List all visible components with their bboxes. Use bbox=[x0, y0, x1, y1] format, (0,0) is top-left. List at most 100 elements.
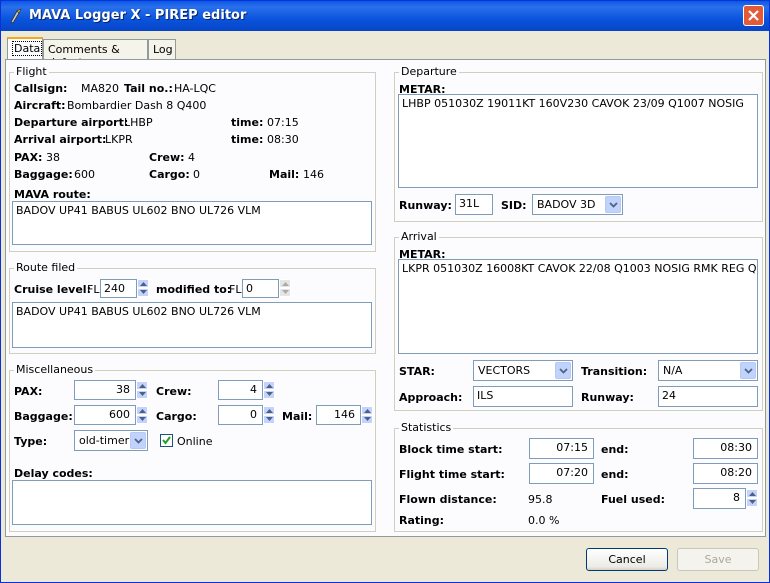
misc-pax-input[interactable]: 38 bbox=[74, 380, 136, 400]
transition-dropdown[interactable]: N/A bbox=[658, 360, 758, 381]
cruise-fl-prefix: FL bbox=[87, 283, 100, 296]
aircraft-label: Aircraft: bbox=[14, 99, 66, 112]
rating-value: 0.0 % bbox=[528, 514, 560, 527]
star-label: STAR: bbox=[399, 365, 435, 378]
title-bar[interactable]: MAVA Logger X - PIREP editor bbox=[1, 1, 769, 31]
transition-label: Transition: bbox=[581, 365, 648, 378]
flight-mail-value: 146 bbox=[303, 168, 324, 181]
departure-group-label: Departure bbox=[399, 65, 459, 78]
modified-to-label: modified to: bbox=[156, 283, 232, 296]
star-dropdown[interactable]: VECTORS bbox=[473, 360, 573, 381]
departure-airport-label: Departure airport: bbox=[14, 116, 129, 129]
tab-log[interactable]: Log bbox=[148, 39, 176, 59]
statistics-group-label: Statistics bbox=[399, 421, 454, 434]
aircraft-value: Bombardier Dash 8 Q400 bbox=[67, 99, 207, 112]
online-label: Online bbox=[177, 435, 213, 448]
block-end-input[interactable]: 08:30 bbox=[693, 438, 758, 459]
spin-up-icon[interactable] bbox=[361, 406, 373, 415]
spin-up-icon[interactable] bbox=[136, 406, 148, 415]
flight-end-input[interactable]: 08:20 bbox=[693, 463, 758, 484]
arrival-airport-value: LKPR bbox=[105, 133, 133, 146]
tab-comments-defects[interactable]: Comments & defects bbox=[43, 39, 148, 69]
delay-codes-label: Delay codes: bbox=[14, 467, 93, 480]
block-start-label: Block time start: bbox=[399, 443, 503, 456]
spin-up-icon[interactable] bbox=[263, 406, 275, 415]
cruise-level-input[interactable]: 240 bbox=[100, 279, 137, 298]
flown-distance-value: 95.8 bbox=[528, 493, 553, 506]
filed-route-field[interactable]: BADOV UP41 BABUS UL602 BNO UL726 VLM bbox=[12, 302, 372, 348]
departure-runway-input[interactable]: 31L bbox=[455, 194, 493, 215]
arrival-time-label: time: bbox=[231, 133, 264, 146]
spin-down-icon[interactable] bbox=[361, 415, 373, 424]
misc-pax-label: PAX: bbox=[14, 385, 43, 398]
misc-baggage-input[interactable]: 600 bbox=[74, 405, 136, 425]
arrival-time-value: 08:30 bbox=[267, 133, 299, 146]
misc-mail-spinner[interactable] bbox=[361, 406, 373, 424]
sid-dropdown[interactable]: BADOV 3D bbox=[532, 194, 623, 215]
flight-pax-value: 38 bbox=[46, 151, 60, 164]
misc-mail-input[interactable]: 146 bbox=[316, 405, 361, 425]
misc-baggage-label: Baggage: bbox=[14, 410, 73, 423]
spin-down-icon[interactable] bbox=[263, 390, 275, 399]
misc-cargo-input[interactable]: 0 bbox=[218, 405, 263, 425]
approach-label: Approach: bbox=[399, 391, 463, 404]
type-dropdown[interactable]: old-timer bbox=[74, 430, 148, 451]
flight-group-label: Flight bbox=[14, 65, 49, 78]
misc-crew-spinner[interactable] bbox=[263, 381, 275, 399]
spin-down-icon[interactable] bbox=[137, 288, 149, 297]
tab-data[interactable]: Data bbox=[7, 37, 43, 60]
callsign-label: Callsign: bbox=[14, 82, 68, 95]
block-start-input[interactable]: 07:15 bbox=[529, 438, 594, 459]
fuel-used-input[interactable]: 8 bbox=[693, 488, 746, 509]
fuel-used-spinner[interactable] bbox=[746, 489, 758, 507]
tail-value: HA-LQC bbox=[174, 82, 216, 95]
window-title: MAVA Logger X - PIREP editor bbox=[29, 8, 247, 23]
mava-route-field[interactable]: BADOV UP41 BABUS UL602 BNO UL726 VLM bbox=[12, 201, 372, 245]
misc-baggage-spinner[interactable] bbox=[136, 406, 148, 424]
rating-label: Rating: bbox=[399, 514, 445, 527]
approach-input[interactable]: ILS bbox=[473, 386, 573, 407]
chevron-down-icon[interactable] bbox=[740, 362, 756, 379]
flight-cargo-label: Cargo: bbox=[149, 168, 190, 181]
online-checkbox[interactable] bbox=[160, 434, 173, 447]
chevron-down-icon[interactable] bbox=[605, 196, 621, 213]
tail-label: Tail no.: bbox=[124, 82, 173, 95]
chevron-down-icon[interactable] bbox=[130, 432, 146, 449]
arrival-runway-input[interactable]: 24 bbox=[658, 386, 758, 407]
callsign-value: MA820 bbox=[81, 82, 120, 95]
misc-cargo-spinner[interactable] bbox=[263, 406, 275, 424]
spin-up-icon[interactable] bbox=[263, 381, 275, 390]
modified-level-input[interactable]: 0 bbox=[242, 279, 279, 298]
spin-down-icon[interactable] bbox=[136, 390, 148, 399]
arrival-runway-label: Runway: bbox=[581, 391, 634, 404]
misc-pax-spinner[interactable] bbox=[136, 381, 148, 399]
close-icon bbox=[748, 10, 759, 21]
spin-up-icon[interactable] bbox=[137, 279, 149, 288]
misc-mail-label: Mail: bbox=[282, 410, 313, 423]
save-button[interactable]: Save bbox=[677, 548, 759, 571]
spin-down-icon[interactable] bbox=[279, 288, 291, 297]
spin-up-icon[interactable] bbox=[746, 489, 758, 498]
chevron-down-icon[interactable] bbox=[555, 362, 571, 379]
spin-down-icon[interactable] bbox=[746, 498, 758, 507]
spin-up-icon[interactable] bbox=[136, 381, 148, 390]
flight-start-input[interactable]: 07:20 bbox=[529, 463, 594, 484]
departure-metar-field[interactable]: LHBP 051030Z 19011KT 160V230 CAVOK 23/09… bbox=[398, 94, 758, 188]
cruise-level-spinner[interactable] bbox=[137, 279, 149, 297]
star-value: VECTORS bbox=[478, 364, 531, 377]
spin-up-icon[interactable] bbox=[279, 279, 291, 288]
modified-level-spinner[interactable] bbox=[279, 279, 291, 297]
close-button[interactable] bbox=[743, 5, 764, 26]
arrival-airport-label: Arrival airport: bbox=[14, 133, 107, 146]
spin-down-icon[interactable] bbox=[263, 415, 275, 424]
flight-start-label: Flight time start: bbox=[399, 468, 505, 481]
departure-airport-value: LHBP bbox=[124, 116, 153, 129]
delay-codes-field[interactable] bbox=[12, 480, 372, 525]
arrival-metar-field[interactable]: LKPR 051030Z 16008KT CAVOK 22/08 Q1003 N… bbox=[398, 259, 758, 354]
block-end-label: end: bbox=[601, 443, 629, 456]
misc-crew-input[interactable]: 4 bbox=[218, 380, 263, 400]
flight-crew-value: 4 bbox=[188, 151, 195, 164]
modified-fl-prefix: FL bbox=[229, 283, 242, 296]
spin-down-icon[interactable] bbox=[136, 415, 148, 424]
cancel-button[interactable]: Cancel bbox=[586, 548, 668, 571]
